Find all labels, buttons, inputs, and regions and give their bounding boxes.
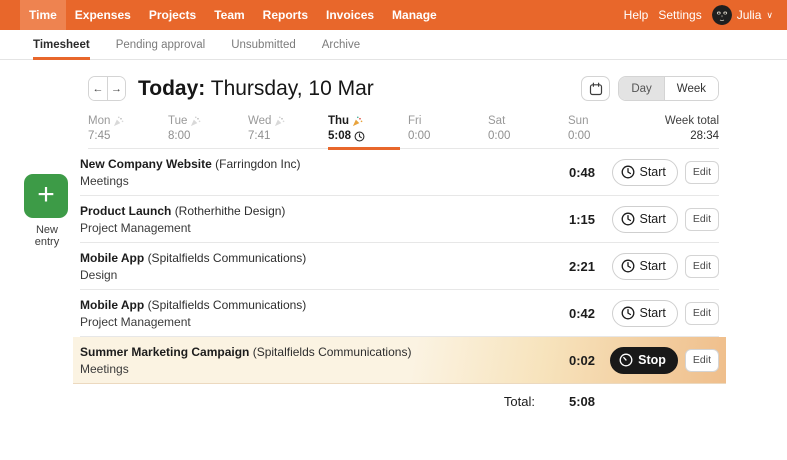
start-timer-button[interactable]: Start (612, 253, 678, 280)
week-view-button[interactable]: Week (664, 77, 718, 100)
day-cell-mon[interactable]: Mon 7:45 (88, 115, 168, 142)
clock-icon (621, 306, 635, 320)
entry-details: Mobile App (Spitalfields Communications)… (80, 298, 549, 329)
day-total: Total: 5:08 (80, 394, 719, 409)
edit-entry-button[interactable]: Edit (685, 349, 719, 372)
main-nav: Time Expenses Projects Team Reports Invo… (20, 0, 446, 30)
user-menu[interactable]: Julia ∨ (712, 5, 773, 25)
clock-icon (621, 212, 635, 226)
tab-unsubmitted[interactable]: Unsubmitted (231, 30, 296, 59)
start-timer-button[interactable]: Start (612, 206, 678, 233)
time-entry-row-running: Summer Marketing Campaign (Spitalfields … (73, 337, 726, 384)
tab-pending-approval[interactable]: Pending approval (116, 30, 206, 59)
total-label: Total: (80, 394, 549, 409)
edit-entry-button[interactable]: Edit (685, 255, 719, 278)
entry-duration: 0:42 (549, 306, 595, 321)
date-toolbar: ← → Today: Thursday, 10 Mar Day Week (88, 76, 719, 101)
calendar-icon (589, 82, 603, 96)
day-cell-wed[interactable]: Wed 7:41 (248, 115, 328, 142)
page-title: Today: Thursday, 10 Mar (138, 77, 374, 101)
party-popper-icon (113, 116, 124, 127)
time-entry-row: Mobile App (Spitalfields Communications)… (80, 290, 719, 337)
tab-timesheet[interactable]: Timesheet (33, 30, 90, 59)
entry-details: Product Launch (Rotherhithe Design) Proj… (80, 204, 549, 235)
nav-item-expenses[interactable]: Expenses (66, 0, 140, 30)
edit-entry-button[interactable]: Edit (685, 208, 719, 231)
nav-item-invoices[interactable]: Invoices (317, 0, 383, 30)
clock-icon (619, 353, 633, 367)
plus-icon: + (37, 180, 55, 210)
day-cell-thu-selected[interactable]: Thu 5:08 (328, 115, 408, 142)
running-timer-clock-icon (354, 131, 365, 142)
avatar (712, 5, 732, 25)
calendar-button[interactable] (581, 76, 610, 101)
arrow-right-icon: → (111, 83, 122, 95)
edit-entry-button[interactable]: Edit (685, 302, 719, 325)
party-popper-icon (190, 116, 201, 127)
time-entry-list: New Company Website (Farringdon Inc) Mee… (80, 149, 719, 384)
week-total: Week total 28:34 (665, 115, 719, 142)
start-timer-button[interactable]: Start (612, 159, 678, 186)
day-view-button[interactable]: Day (619, 77, 663, 100)
start-timer-button[interactable]: Start (612, 300, 678, 327)
day-week-toggle: Day Week (618, 76, 719, 101)
clock-icon (621, 259, 635, 273)
help-link[interactable]: Help (624, 8, 649, 22)
party-popper-icon (352, 116, 363, 127)
day-cell-sun[interactable]: Sun 0:00 (568, 115, 648, 142)
nav-item-manage[interactable]: Manage (383, 0, 446, 30)
previous-day-button[interactable]: ← (89, 77, 107, 100)
day-cell-fri[interactable]: Fri 0:00 (408, 115, 488, 142)
tab-archive[interactable]: Archive (322, 30, 360, 59)
arrow-left-icon: ← (93, 83, 104, 95)
new-entry-label: New entry (24, 224, 70, 248)
edit-entry-button[interactable]: Edit (685, 161, 719, 184)
entry-duration: 0:02 (549, 353, 595, 368)
new-entry-button[interactable]: + (24, 174, 68, 218)
user-name: Julia (737, 8, 762, 22)
day-cell-tue[interactable]: Tue 8:00 (168, 115, 248, 142)
week-strip: Mon 7:45 Tue 8:00 Wed 7:41 Thu 5:08 Fri … (88, 115, 719, 149)
entry-details: Mobile App (Spitalfields Communications)… (80, 251, 549, 282)
time-entry-row: Mobile App (Spitalfields Communications)… (80, 243, 719, 290)
party-popper-icon (274, 116, 285, 127)
stop-timer-button[interactable]: Stop (610, 347, 678, 374)
day-cell-sat[interactable]: Sat 0:00 (488, 115, 568, 142)
time-entry-row: Product Launch (Rotherhithe Design) Proj… (80, 196, 719, 243)
settings-link[interactable]: Settings (658, 8, 701, 22)
entry-details: Summer Marketing Campaign (Spitalfields … (80, 345, 549, 376)
entry-details: New Company Website (Farringdon Inc) Mee… (80, 157, 549, 188)
nav-item-team[interactable]: Team (205, 0, 253, 30)
entry-duration: 1:15 (549, 212, 595, 227)
nav-item-projects[interactable]: Projects (140, 0, 205, 30)
time-entry-row: New Company Website (Farringdon Inc) Mee… (80, 149, 719, 196)
nav-item-time[interactable]: Time (20, 0, 66, 30)
next-day-button[interactable]: → (107, 77, 125, 100)
section-tabs: Timesheet Pending approval Unsubmitted A… (0, 30, 787, 60)
app-header: Time Expenses Projects Team Reports Invo… (0, 0, 787, 30)
entry-duration: 0:48 (549, 165, 595, 180)
total-value: 5:08 (549, 394, 595, 409)
chevron-down-icon: ∨ (766, 11, 773, 20)
nav-item-reports[interactable]: Reports (254, 0, 317, 30)
clock-icon (621, 165, 635, 179)
entry-duration: 2:21 (549, 259, 595, 274)
